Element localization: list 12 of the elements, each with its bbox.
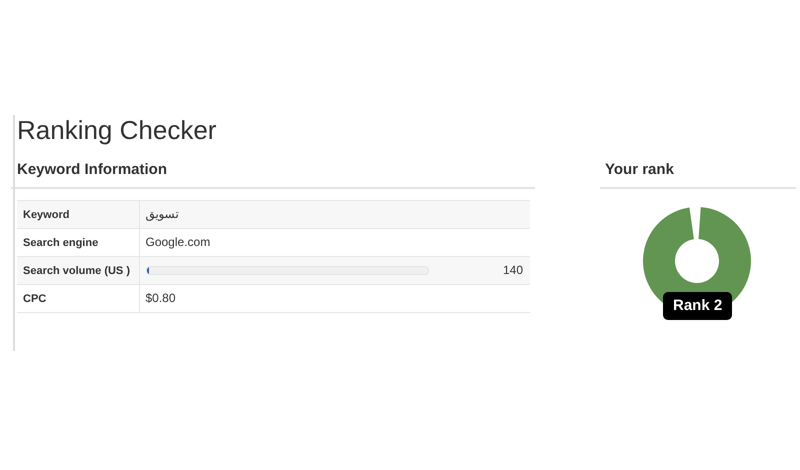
row-value: تسويق (146, 207, 178, 221)
row-value: 140 (502, 262, 523, 279)
row-value: $0.80 (146, 291, 176, 305)
row-label: Keyword (23, 208, 70, 221)
row-label: Search volume (US ) (23, 264, 130, 277)
section-heading: Your rank (605, 160, 675, 180)
row-label: CPC (23, 292, 46, 305)
section-heading: Keyword Information (17, 160, 168, 180)
rank-badge: Rank 2 (663, 292, 732, 320)
row-value: Google.com (146, 235, 210, 249)
row-label: Search engine (23, 236, 98, 249)
page-title: Ranking Checker (17, 114, 218, 147)
